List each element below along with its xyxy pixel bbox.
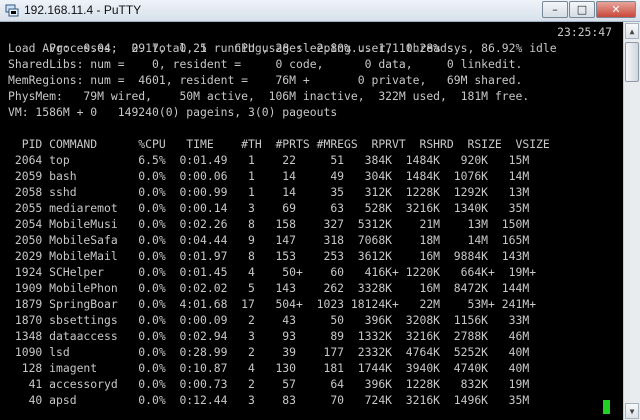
close-button[interactable]: ✕ <box>596 1 636 18</box>
processes-line: Processes: 29 total, 1 running, 28 sleep… <box>8 24 618 55</box>
table-row: 2050 MobileSafa 0.0% 0:04.44 9 147 318 7… <box>8 233 530 247</box>
vertical-scrollbar[interactable]: ▲ ▼ <box>623 22 640 420</box>
table-row: 1924 SCHelper 0.0% 0:01.45 4 50+ 60 416K… <box>8 265 537 279</box>
table-row: 2064 top 6.5% 0:01.49 1 22 51 384K 1484K… <box>8 153 530 167</box>
table-row: 2055 mediaremot 0.0% 0:00.14 3 69 63 528… <box>8 201 530 215</box>
putty-window: 192.168.11.4 - PuTTY – □ ✕ Processes: 29… <box>0 0 640 420</box>
vm-line: VM: 1586M + 0 149240(0) pageins, 3(0) pa… <box>8 105 338 119</box>
minimize-button[interactable]: – <box>542 1 568 18</box>
title-bar[interactable]: 192.168.11.4 - PuTTY – □ ✕ <box>0 0 640 22</box>
table-row: 40 apsd 0.0% 0:12.44 3 83 70 724K 3216K … <box>8 393 530 407</box>
table-header: PID COMMAND %CPU TIME #TH #PRTS #MREGS R… <box>8 137 550 151</box>
table-row: 1348 dataaccess 0.0% 0:02.94 3 93 89 133… <box>8 329 530 343</box>
table-row: 2054 MobileMusi 0.0% 0:02.26 8 158 327 5… <box>8 217 530 231</box>
table-row: 2059 bash 0.0% 0:00.06 1 14 49 304K 1484… <box>8 169 530 183</box>
table-row: 128 imagent 0.0% 0:10.87 4 130 181 1744K… <box>8 361 530 375</box>
memregions-line: MemRegions: num = 4601, resident = 76M +… <box>8 73 523 87</box>
maximize-button[interactable]: □ <box>569 1 595 18</box>
scroll-down-icon[interactable]: ▼ <box>625 403 639 419</box>
table-row: 1090 lsd 0.0% 0:28.99 2 39 177 2332K 476… <box>8 345 530 359</box>
table-row: 2029 MobileMail 0.0% 0:01.97 8 153 253 3… <box>8 249 530 263</box>
table-row: 41 accessoryd 0.0% 0:00.73 2 57 64 396K … <box>8 377 530 391</box>
scroll-up-icon[interactable]: ▲ <box>625 23 639 39</box>
table-row: 1870 sbsettings 0.0% 0:00.09 2 43 50 396… <box>8 313 530 327</box>
physmem-line: PhysMem: 79M wired, 50M active, 106M ina… <box>8 89 530 103</box>
putty-icon <box>5 4 19 17</box>
table-row: 1879 SpringBoar 0.0% 4:01.68 17 504+ 102… <box>8 297 537 311</box>
terminal-screen[interactable]: Processes: 29 total, 1 running, 28 sleep… <box>4 24 622 416</box>
table-row: 1909 MobilePhon 0.0% 0:02.02 5 143 262 3… <box>8 281 530 295</box>
terminal-cursor <box>603 400 610 414</box>
clock-time: 23:25:47 <box>557 25 612 39</box>
table-row: 2058 sshd 0.0% 0:00.99 1 14 35 312K 1228… <box>8 185 530 199</box>
sharedlibs-line: SharedLibs: num = 0, resident = 0 code, … <box>8 57 523 71</box>
load-line: Load Avg: 0.04, 0.17, 0.25 CPU usage: 2.… <box>8 41 557 55</box>
window-title: 192.168.11.4 - PuTTY <box>24 3 142 17</box>
scroll-thumb[interactable] <box>625 42 639 82</box>
